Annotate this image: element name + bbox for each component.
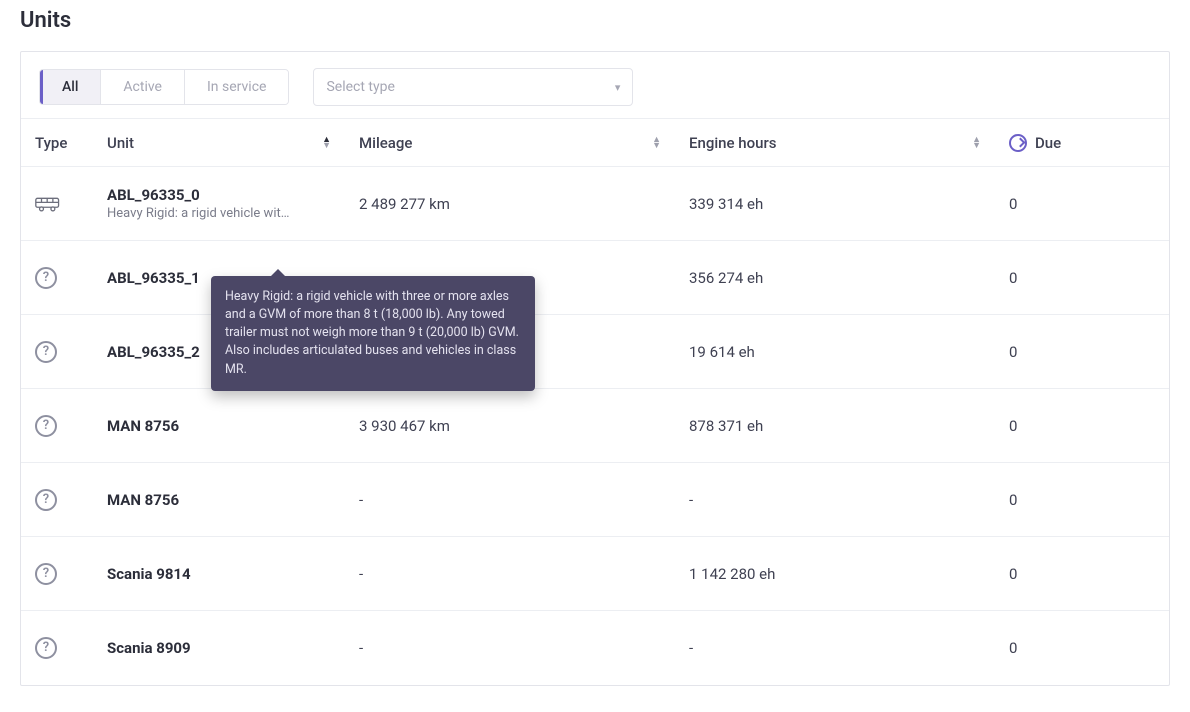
units-card: All Active In service Select type ▾ Type… [20, 51, 1170, 686]
cell-type: ? [21, 389, 93, 463]
table-row[interactable]: ? MAN 8756 3 930 467 km878 371 eh0 [21, 389, 1169, 463]
question-icon: ? [35, 489, 57, 511]
cell-type: ? [21, 537, 93, 611]
table-row[interactable]: ?ABL_96335_22 655 129 km19 614 eh0 [21, 315, 1169, 389]
cell-unit: Scania 9814 [93, 537, 345, 611]
cell-engine: 339 314 eh [675, 167, 995, 241]
cell-type: ? [21, 463, 93, 537]
table-row[interactable]: ? Scania 9814-1 142 280 eh0 [21, 537, 1169, 611]
cell-engine: 878 371 eh [675, 389, 995, 463]
cell-engine: - [675, 463, 995, 537]
bus-icon [35, 191, 61, 217]
cell-mileage: 3 930 467 km [345, 389, 675, 463]
question-icon: ? [35, 267, 57, 289]
cell-engine: 356 274 eh [675, 241, 995, 315]
col-type: Type [21, 119, 93, 167]
col-unit[interactable]: Unit ▲▼ [93, 119, 345, 167]
cell-unit: Scania 8909 [93, 611, 345, 685]
question-icon: ? [35, 341, 57, 363]
col-mileage[interactable]: Mileage ▲▼ [345, 119, 675, 167]
table-header-row: Type Unit ▲▼ Mileage ▲▼ [21, 119, 1169, 167]
cell-due: 0 [995, 167, 1169, 241]
sort-icon: ▲▼ [972, 137, 981, 149]
cell-mileage: - [345, 463, 675, 537]
unit-name: Scania 8909 [107, 639, 331, 657]
sort-icon: ▲▼ [322, 137, 331, 149]
col-engine[interactable]: Engine hours ▲▼ [675, 119, 995, 167]
sort-icon: ▲▼ [652, 137, 661, 149]
units-table: Type Unit ▲▼ Mileage ▲▼ [21, 118, 1169, 685]
cell-engine: - [675, 611, 995, 685]
cell-mileage: - [345, 537, 675, 611]
table-row[interactable]: ?ABL_96335_1356 274 eh0 [21, 241, 1169, 315]
controls-row: All Active In service Select type ▾ [21, 52, 1169, 118]
tab-group: All Active In service [39, 69, 289, 105]
unit-name: MAN 8756 [107, 491, 331, 509]
cell-unit: ABL_96335_0 Heavy Rigid: a rigid vehicle … [93, 167, 345, 241]
question-icon: ? [35, 563, 57, 585]
unit-name: MAN 8756 [107, 417, 331, 435]
unit-type-tooltip: Heavy Rigid: a rigid vehicle with three … [211, 276, 535, 391]
tab-all[interactable]: All [40, 70, 101, 104]
type-select-placeholder: Select type [326, 79, 614, 95]
question-icon: ? [35, 637, 57, 659]
cell-type: ? [21, 315, 93, 389]
table-row[interactable]: ABL_96335_0 Heavy Rigid: a rigid vehicle … [21, 167, 1169, 241]
type-select[interactable]: Select type ▾ [313, 68, 633, 106]
cell-due: 0 [995, 241, 1169, 315]
chevron-down-icon: ▾ [615, 81, 621, 94]
question-icon: ? [35, 415, 57, 437]
unit-name: Scania 9814 [107, 565, 331, 583]
cell-type: ? [21, 611, 93, 685]
cell-type [21, 167, 93, 241]
cell-due: 0 [995, 463, 1169, 537]
unit-name: ABL_96335_0 [107, 186, 331, 204]
cell-type: ? [21, 241, 93, 315]
cell-unit: MAN 8756 [93, 463, 345, 537]
cell-mileage: - [345, 611, 675, 685]
table-row[interactable]: ?MAN 8756--0 [21, 463, 1169, 537]
page-title: Units [20, 8, 1174, 33]
cell-due: 0 [995, 611, 1169, 685]
cell-engine: 19 614 eh [675, 315, 995, 389]
unit-subtitle: Heavy Rigid: a rigid vehicle wit… [107, 206, 327, 221]
cell-unit: MAN 8756 [93, 389, 345, 463]
tab-active[interactable]: Active [101, 70, 185, 104]
table-row[interactable]: ?Scania 8909--0 [21, 611, 1169, 685]
cell-due: 0 [995, 537, 1169, 611]
cell-engine: 1 142 280 eh [675, 537, 995, 611]
tab-in-service[interactable]: In service [185, 70, 288, 104]
due-arrow-icon [1009, 134, 1027, 152]
col-due: Due [995, 119, 1169, 167]
cell-due: 0 [995, 315, 1169, 389]
cell-mileage: 2 489 277 km [345, 167, 675, 241]
cell-due: 0 [995, 389, 1169, 463]
